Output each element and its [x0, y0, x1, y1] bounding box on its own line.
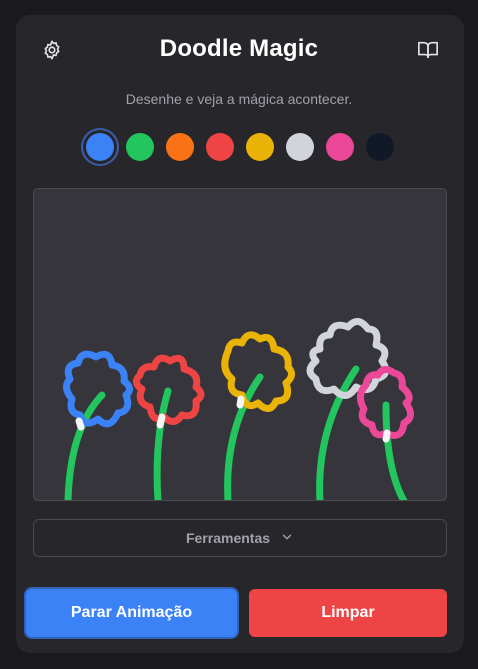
- color-swatch-pink[interactable]: [326, 133, 354, 161]
- tools-label: Ferramentas: [185, 530, 271, 546]
- color-swatch-yellow[interactable]: [246, 133, 274, 161]
- doodle-drawing: [63, 318, 414, 500]
- flower-blue: [63, 350, 133, 428]
- color-swatch-blue[interactable]: [86, 133, 114, 161]
- stem-highlight: [382, 429, 391, 443]
- stem-highlight: [156, 413, 166, 429]
- app-title: Doodle Magic: [159, 35, 319, 62]
- stem: [382, 401, 408, 500]
- color-swatch-orange[interactable]: [166, 133, 194, 161]
- stem-highlight: [236, 395, 245, 409]
- clear-button[interactable]: Limpar: [249, 589, 447, 637]
- flower-yellow: [221, 331, 295, 412]
- stem: [153, 387, 172, 500]
- color-swatch-light-gray[interactable]: [286, 133, 314, 161]
- subtitle: Desenhe e veja a mágica acontecer.: [125, 91, 353, 107]
- chevron-down-icon: [280, 530, 294, 547]
- color-swatch-navy[interactable]: [366, 133, 394, 161]
- stem-highlight: [75, 417, 85, 431]
- drawing-canvas[interactable]: [33, 188, 447, 501]
- book-open-icon[interactable]: [416, 38, 440, 62]
- color-swatch-red[interactable]: [206, 133, 234, 161]
- color-swatch-green[interactable]: [126, 133, 154, 161]
- tools-dropdown[interactable]: Ferramentas: [33, 519, 447, 557]
- stop-animation-button[interactable]: Parar Animação: [26, 589, 237, 637]
